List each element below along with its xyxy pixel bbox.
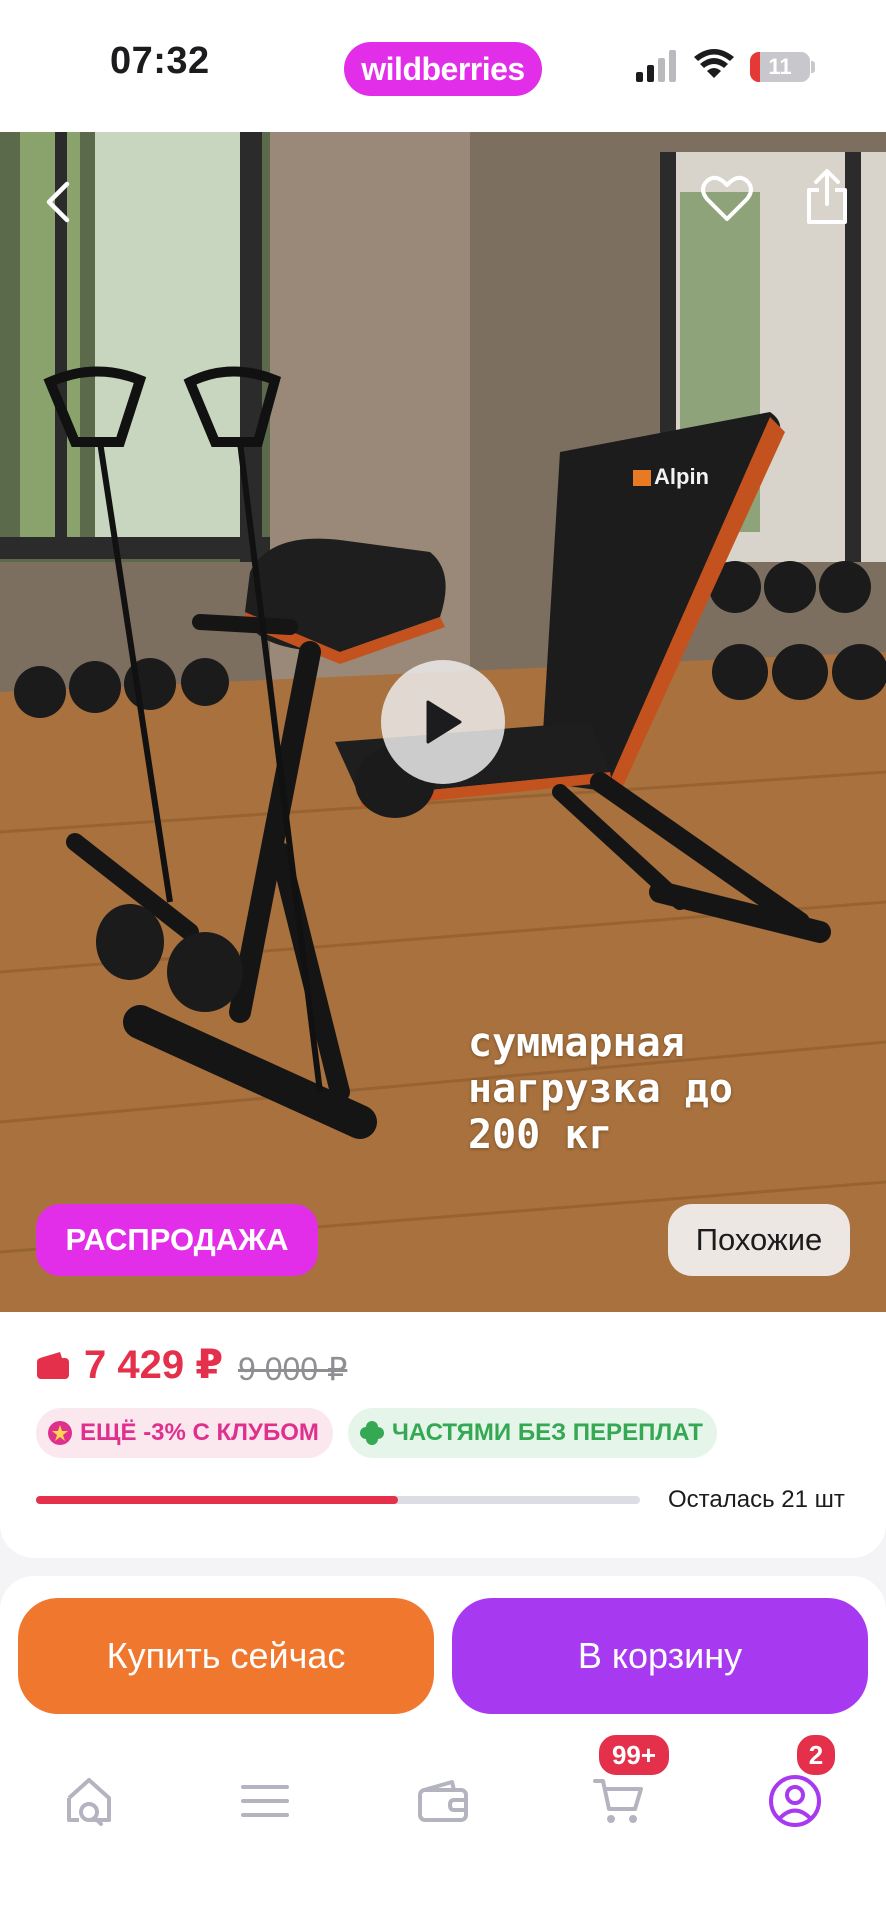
similar-products-button[interactable]: Похожие: [668, 1204, 850, 1276]
buy-now-button[interactable]: Купить сейчас: [18, 1598, 434, 1714]
product-gallery[interactable]: Alpin суммарная нагрузка до 200 кг РАСПР…: [0, 132, 886, 1312]
price-card: 7 429 ₽ 9 000 ₽ ЕЩЁ -3% С КЛУБОМ ЧАСТЯМИ…: [0, 1312, 886, 1558]
wallet-icon: [37, 1352, 69, 1379]
battery-level: 11: [768, 54, 792, 79]
profile-icon: [769, 1775, 821, 1827]
play-icon: [426, 700, 462, 744]
cellular-signal-icon: [636, 50, 676, 82]
old-price: 9 000 ₽: [238, 1351, 348, 1387]
club-discount-label: ЕЩЁ -3% С КЛУБОМ: [80, 1419, 319, 1446]
home-search-icon: [67, 1778, 111, 1826]
current-price: 7 429 ₽: [84, 1343, 224, 1387]
cart-count-badge: 99+: [596, 1732, 672, 1778]
bottom-tab-bar: 99+ 2: [0, 1732, 886, 1866]
status-time: 07:32: [110, 40, 210, 82]
stock-progress-fill: [36, 1496, 399, 1504]
play-video-button[interactable]: [381, 660, 505, 784]
product-brand-label: Alpin: [654, 464, 709, 489]
status-bar: 07:32 wildberries 11: [0, 0, 886, 132]
battery-icon: 11: [750, 52, 810, 82]
favorite-button[interactable]: [696, 168, 758, 230]
tab-wallet[interactable]: [383, 1746, 503, 1856]
cart-icon: [593, 1779, 643, 1823]
menu-icon: [241, 1785, 289, 1817]
club-discount-chip[interactable]: ЕЩЁ -3% С КЛУБОМ: [36, 1408, 333, 1458]
tab-home[interactable]: [30, 1746, 150, 1856]
clover-icon: [358, 1419, 386, 1447]
promo-overlay-text: суммарная нагрузка до 200 кг: [468, 1020, 733, 1158]
stock-remaining: Осталась 21 шт: [668, 1486, 845, 1513]
share-button[interactable]: [796, 164, 858, 230]
installments-chip[interactable]: ЧАСТЯМИ БЕЗ ПЕРЕПЛАТ: [348, 1408, 717, 1458]
chevron-left-icon: [46, 181, 70, 223]
sale-badge[interactable]: РАСПРОДАЖА: [36, 1204, 318, 1276]
share-icon: [807, 169, 847, 224]
wallet-icon: [418, 1780, 468, 1822]
add-to-cart-button[interactable]: В корзину: [452, 1598, 868, 1714]
installments-label: ЧАСТЯМИ БЕЗ ПЕРЕПЛАТ: [392, 1419, 703, 1446]
tab-catalog[interactable]: [205, 1746, 325, 1856]
back-button[interactable]: [30, 172, 84, 232]
wifi-icon: [694, 49, 734, 78]
star-badge-icon: [46, 1419, 74, 1447]
bottom-action-panel: Купить сейчас В корзину 99+ 2: [0, 1576, 886, 1920]
stock-progress-bar: [36, 1496, 640, 1504]
profile-notification-badge: 2: [794, 1732, 838, 1778]
brand-logo[interactable]: wildberries: [344, 42, 542, 96]
heart-icon: [701, 175, 753, 221]
